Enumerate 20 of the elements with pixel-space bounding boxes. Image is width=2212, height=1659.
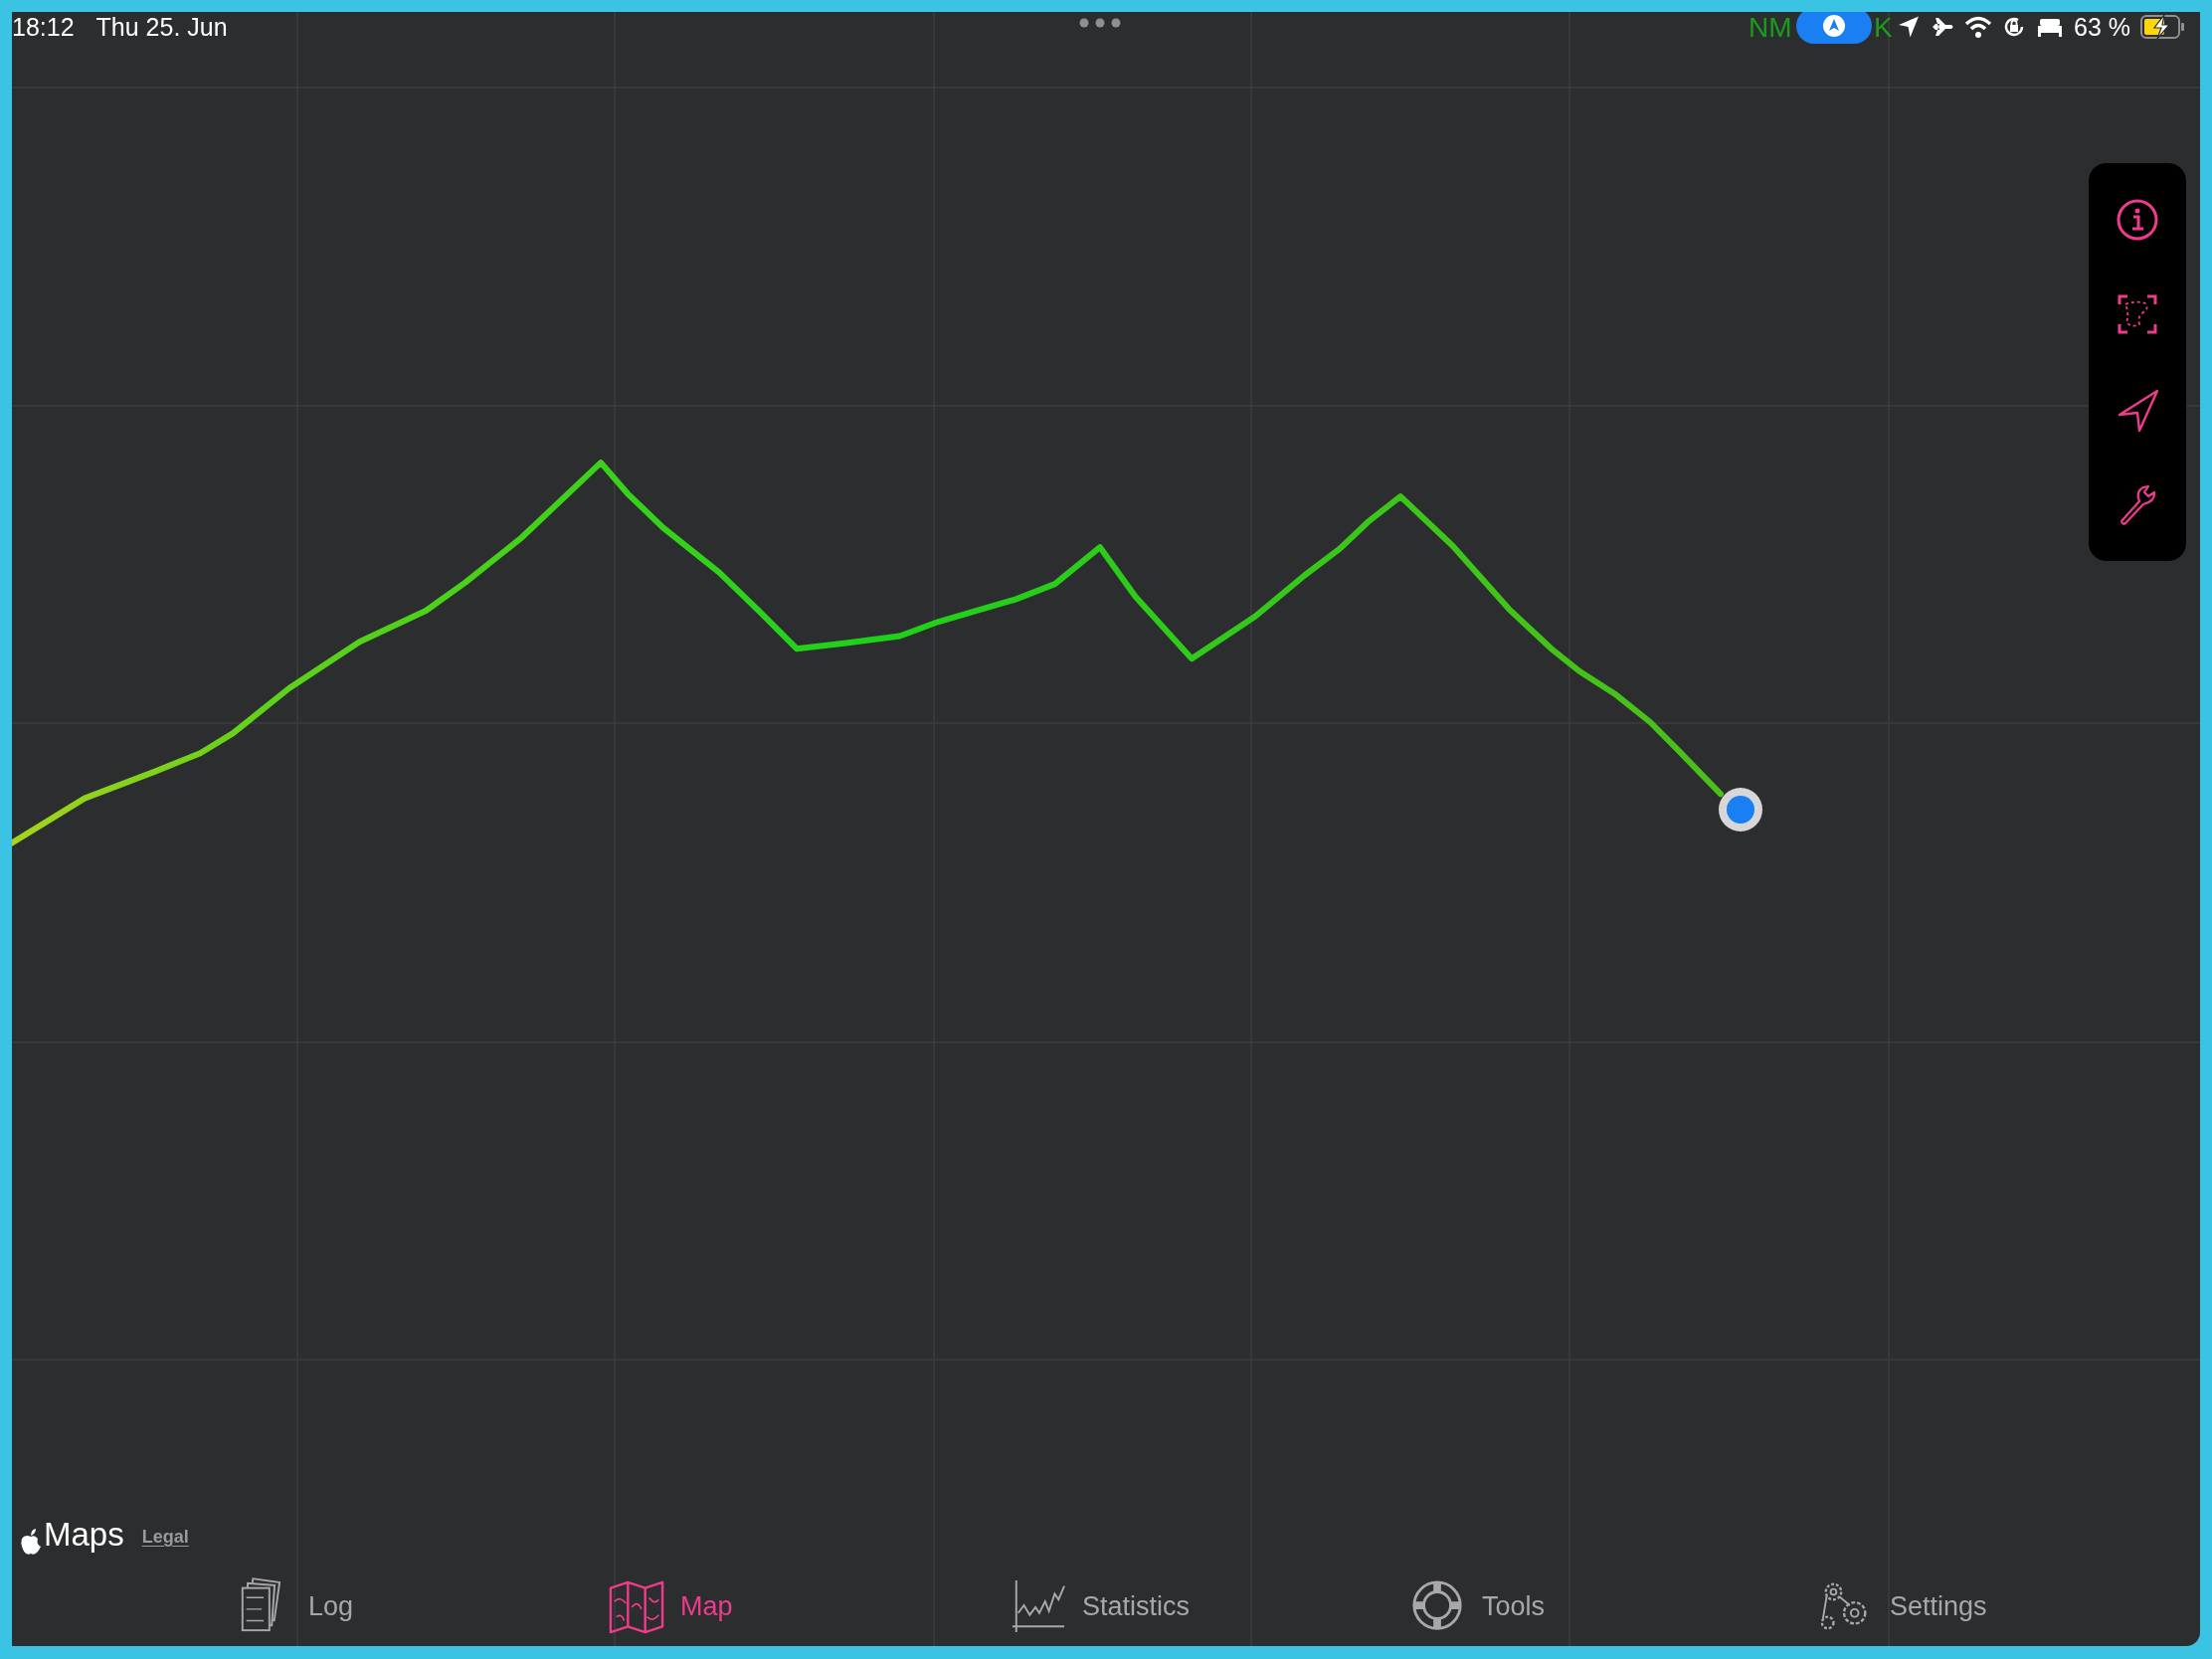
rotation-lock-icon [2002,15,2026,39]
tab-button[interactable]: Statistics [1011,1577,1191,1635]
line-chart-icon [1011,1577,1066,1635]
more-dots-icon[interactable] [1078,17,1122,29]
navigation-pill[interactable] [1796,12,1872,44]
tab-button[interactable]: Tools [1410,1577,1546,1635]
tab-button[interactable]: Settings [1818,1577,1987,1635]
tab-button[interactable]: Map [609,1577,733,1635]
location-marker [1719,788,1762,831]
status-time: 18:12 [12,14,75,40]
legal-link[interactable]: Legal [141,1524,189,1552]
status-text: K [1874,14,1893,42]
status-date: Thu 25. Jun [95,14,228,40]
battery-percentage: 63 % [2074,14,2130,40]
wifi-icon [1964,15,1992,39]
maps-brand-text: Maps [44,1515,124,1555]
apple-logo-icon [20,1527,42,1556]
tab-button[interactable]: Log [237,1577,354,1635]
location-arrow-icon [1899,15,1919,39]
status-text: NM [1749,14,1792,42]
